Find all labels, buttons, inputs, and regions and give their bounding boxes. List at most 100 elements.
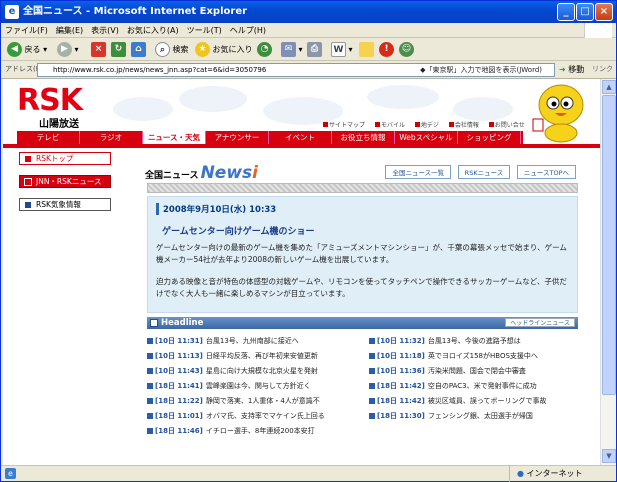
sidebar-item-rsk-top[interactable]: RSKトップ [19, 152, 111, 165]
headline-item[interactable]: [18日 11:42] 空自のPAC3、米で発射事件に成功 [369, 379, 584, 394]
refresh-icon: ↻ [111, 42, 126, 57]
headline-text[interactable]: 雲峰楽園は今、関与して方針近く [206, 382, 311, 390]
headline-text[interactable]: 台風13号、九州南部に接近へ [206, 337, 299, 345]
page-icon: e [5, 468, 16, 479]
nav-event[interactable]: イベント [269, 131, 332, 144]
star-icon: ★ [195, 42, 210, 57]
toplink-contact[interactable]: お問い合せ [488, 122, 529, 129]
headline-text[interactable]: フェンシング銀、太田選手が帰国 [428, 412, 533, 420]
print-button[interactable]: ⎙ [307, 41, 322, 58]
home-button[interactable]: ⌂ [131, 41, 146, 58]
headline-item[interactable]: [10日 11:18] 英でヨロイズ158がHBOS支援中へ [369, 349, 584, 364]
close-button[interactable]: × [595, 3, 613, 21]
headline-item[interactable]: [10日 11:13] 日経平均反落、再び年初来安値更新 [147, 349, 362, 364]
menu-help[interactable]: ヘルプ(H) [226, 23, 270, 38]
headline-time: [10日 11:43] [155, 367, 203, 375]
headline-text[interactable]: オバマ氏、支持率でマケイン氏上回る [206, 412, 325, 420]
notes-button[interactable] [359, 41, 374, 58]
toplink-sitemap[interactable]: サイトマップ [323, 122, 369, 129]
vertical-scrollbar[interactable]: ▲ ▼ [600, 79, 616, 465]
toplink-mobile[interactable]: モバイル [374, 122, 409, 129]
search-button[interactable]: ⌕ 検索 [155, 41, 189, 58]
ie-window: e 全国ニュース - Microsoft Internet Explorer _… [0, 0, 617, 482]
forward-button[interactable]: ▶ ▾ [57, 41, 79, 58]
headline-time: [18日 11:46] [155, 427, 203, 435]
headline-item[interactable]: [18日 11:22] 静岡で落実、1人重体・4人が意識不 [147, 394, 362, 409]
headline-text[interactable]: 空自のPAC3、米で発射事件に成功 [428, 382, 537, 390]
menu-view[interactable]: 表示(V) [87, 23, 123, 38]
headline-item[interactable]: [10日 11:31] 台風13号、九州南部に接近へ [147, 334, 362, 349]
nav-shopping[interactable]: ショッピング [458, 131, 521, 144]
headline-text[interactable]: 台風13号、今後の進路予想は [428, 337, 521, 345]
refresh-button[interactable]: ↻ [111, 41, 126, 58]
jword-hint: ◆「東京駅」入力で地図を表示(JWord) [420, 66, 542, 74]
news-top-button[interactable]: ニュースTOPへ [516, 165, 576, 179]
menu-favorites[interactable]: お気に入り(A) [123, 23, 183, 38]
search-label: 検索 [172, 45, 189, 54]
nav-tv[interactable]: テレビ [17, 131, 80, 144]
toolbar: ◀ 戻る ▾ ▶ ▾ × ↻ ⌂ ⌕ 検索 ★ お気に入り ◔ ✉ ▾ ⎙ W … [1, 38, 616, 61]
nav-announcer[interactable]: アナウンサー [206, 131, 269, 144]
headline-item[interactable]: [18日 11:01] オバマ氏、支持率でマケイン氏上回る [147, 409, 362, 424]
menu-file[interactable]: ファイル(F) [1, 23, 52, 38]
rsk-logo[interactable]: RSK [17, 86, 95, 116]
history-button[interactable]: ◔ [257, 41, 272, 58]
links-button[interactable]: リンク [592, 64, 613, 74]
stop-button[interactable]: × [91, 41, 106, 58]
bullet-icon [147, 428, 153, 434]
headline-item[interactable]: [18日 11:30] フェンシング銀、太田選手が帰国 [369, 409, 584, 424]
minimize-button[interactable]: _ [557, 3, 575, 21]
headline-column-right: [10日 11:32] 台風13号、今後の進路予想は [10日 11:18] 英でヨロ… [369, 334, 584, 424]
all-news-list-button[interactable]: 全国ニュース一覧 [385, 165, 452, 179]
bullet-icon [147, 413, 153, 419]
back-button[interactable]: ◀ 戻る ▾ [7, 41, 47, 58]
headline-text[interactable]: 日経平均反落、再び年初来安値更新 [206, 352, 318, 360]
title-bar[interactable]: e 全国ニュース - Microsoft Internet Explorer _… [1, 1, 616, 23]
headline-item[interactable]: [18日 11:41] 雲峰楽園は今、関与して方針近く [147, 379, 362, 394]
go-button[interactable]: ➜ 移動 [559, 64, 584, 75]
headline-text[interactable]: イチロー選手、8年連続200本安打 [206, 427, 315, 435]
headline-text[interactable]: 静岡で落実、1人重体・4人が意識不 [206, 397, 320, 405]
notes-icon [359, 42, 374, 57]
menu-edit[interactable]: 編集(E) [52, 23, 87, 38]
headline-text[interactable]: 英でヨロイズ158がHBOS支援中へ [428, 352, 538, 360]
headline-time: [18日 11:30] [377, 412, 425, 420]
headline-item[interactable]: [10日 11:43] 星島に向け大規模な北京火星を発射 [147, 364, 362, 379]
scroll-thumb[interactable] [602, 95, 616, 395]
headline-text[interactable]: 汚染米問題、国会で閉会中審査 [428, 367, 526, 375]
toplink-digital[interactable]: 地デジ [414, 122, 443, 129]
window-title: 全国ニュース - Microsoft Internet Explorer [23, 6, 248, 17]
maximize-button[interactable]: □ [576, 3, 594, 21]
headline-item[interactable]: [10日 11:32] 台風13号、今後の進路予想は [369, 334, 584, 349]
zone-label: インターネット [526, 469, 583, 478]
mail-button[interactable]: ✉ ▾ [281, 41, 303, 58]
sidebar: RSKトップ JNN・RSKニュース RSK気象情報 [19, 152, 111, 221]
bullet-icon [147, 368, 153, 374]
nav-news-weather[interactable]: ニュース・天気 [143, 131, 206, 144]
sidebar-item-weather[interactable]: RSK気象情報 [19, 198, 111, 211]
menu-tools[interactable]: ツール(T) [183, 23, 226, 38]
headline-text[interactable]: 被災区域員、誤ってボーリングで事故 [428, 397, 547, 405]
messenger-button[interactable]: ! [379, 41, 394, 58]
scroll-down-icon[interactable]: ▼ [602, 449, 616, 463]
nav-web-special[interactable]: Webスペシャル [395, 131, 458, 144]
headline-item[interactable]: [10日 11:36] 汚染米問題、国会で閉会中審査 [369, 364, 584, 379]
people-icon: ☺ [399, 42, 414, 57]
news-nav-buttons: 全国ニュース一覧 RSKニュース ニュースTOPへ [381, 165, 576, 179]
scroll-up-icon[interactable]: ▲ [602, 80, 616, 94]
nav-radio[interactable]: ラジオ [80, 131, 143, 144]
extra-button[interactable]: ☺ [399, 41, 414, 58]
headline-news-button[interactable]: ヘッドラインニュース [505, 318, 575, 327]
headline-item[interactable]: [18日 11:46] イチロー選手、8年連続200本安打 [147, 424, 362, 439]
edit-button[interactable]: W ▾ [331, 41, 353, 58]
headline-item[interactable]: [18日 11:42] 被災区域員、誤ってボーリングで事故 [369, 394, 584, 409]
headline-text[interactable]: 星島に向け大規模な北京火星を発射 [206, 367, 318, 375]
favorites-button[interactable]: ★ お気に入り [195, 41, 253, 58]
rsk-news-button[interactable]: RSKニュース [457, 165, 511, 179]
nav-useful-info[interactable]: お役立ち情報 [332, 131, 395, 144]
toplink-company[interactable]: 会社情報 [448, 122, 483, 129]
sidebar-item-jnn-news[interactable]: JNN・RSKニュース [19, 175, 111, 188]
article-box: 2008年9月10日(水) 10:33 ゲームセンター向けゲーム機のショー ゲー… [147, 196, 578, 313]
address-input[interactable]: http://www.rsk.co.jp/news/news_jnn.asp?c… [37, 63, 555, 77]
rsk-logo-subtitle: 山陽放送 [39, 119, 79, 130]
